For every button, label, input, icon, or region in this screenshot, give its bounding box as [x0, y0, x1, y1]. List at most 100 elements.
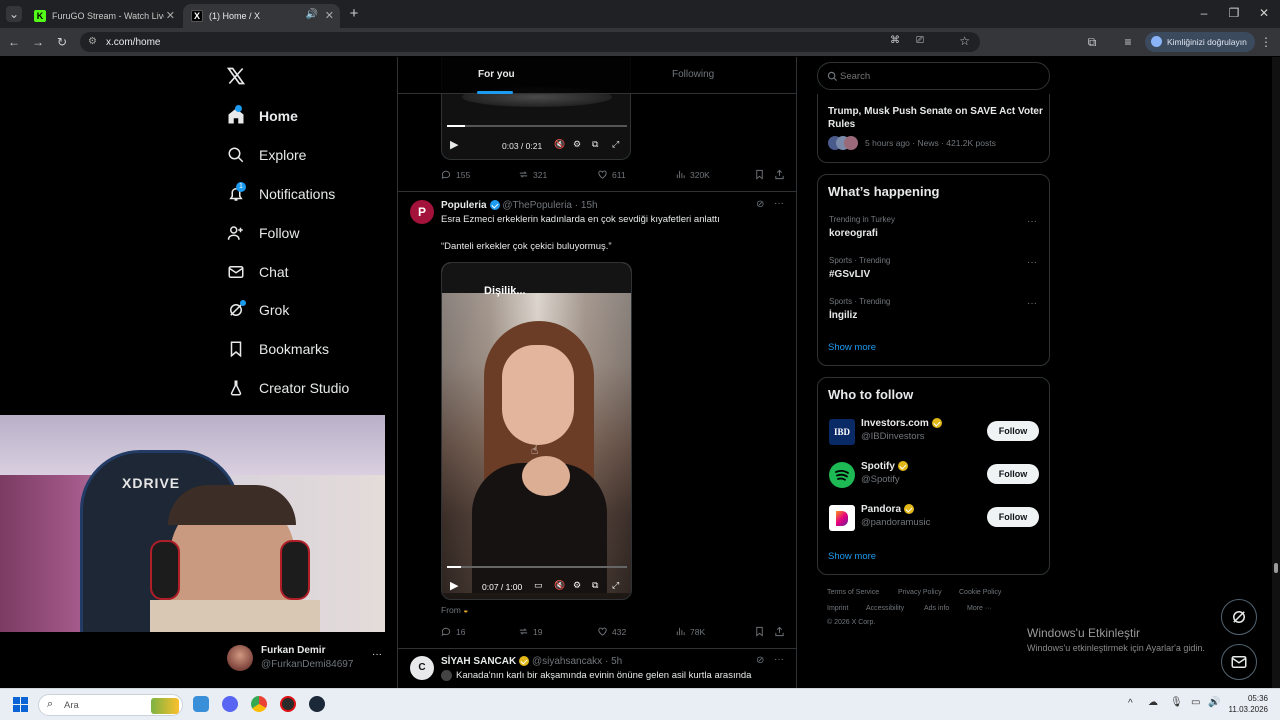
- microphone-icon[interactable]: 🎙: [1170, 697, 1183, 708]
- footer-link[interactable]: Ads info: [924, 605, 949, 612]
- video-progress-track[interactable]: [447, 566, 627, 568]
- video-player[interactable]: Dişilik... ▶ 0:07 / 1:00 ▭ 🔇 ⚙ ⧉ ⤢: [441, 262, 632, 600]
- nav-explore[interactable]: Explore: [227, 140, 306, 170]
- fullscreen-icon[interactable]: ⤢: [612, 580, 619, 591]
- footer-link[interactable]: Imprint: [827, 605, 848, 612]
- follow-suggestion[interactable]: Spotify @Spotify Follow: [829, 460, 1039, 490]
- more-icon[interactable]: ···: [774, 654, 784, 665]
- repost-button[interactable]: 321: [518, 169, 547, 180]
- trend-item[interactable]: Sports · Trending #GSvLIV ···: [818, 255, 1049, 295]
- obs-icon[interactable]: [280, 696, 296, 712]
- grok-icon[interactable]: ⊘: [756, 655, 764, 666]
- more-icon[interactable]: ···: [1027, 257, 1037, 268]
- media-icon[interactable]: ≡: [1120, 34, 1136, 50]
- tab-furugo[interactable]: K FuruGO Stream - Watch Live on... ✕: [26, 4, 181, 28]
- post-time[interactable]: 5h: [611, 656, 622, 667]
- more-icon[interactable]: ···: [774, 198, 784, 209]
- search-box[interactable]: [817, 62, 1050, 90]
- nav-grok[interactable]: Grok: [227, 295, 289, 325]
- grok-icon[interactable]: ⊘: [756, 199, 764, 210]
- nav-home[interactable]: Home: [227, 101, 298, 131]
- share-button[interactable]: [774, 626, 789, 637]
- views-button[interactable]: 78K: [675, 626, 705, 637]
- clock[interactable]: 05:36 11.03.2026: [1228, 694, 1268, 714]
- show-more-link[interactable]: Show more: [828, 551, 876, 562]
- site-info-icon[interactable]: ⚙: [88, 36, 97, 47]
- follow-button[interactable]: Follow: [987, 464, 1039, 484]
- footer-link[interactable]: Privacy Policy: [898, 589, 942, 596]
- close-window-icon[interactable]: ✕: [1256, 5, 1272, 21]
- speaker-icon[interactable]: 🔊: [306, 9, 318, 20]
- footer-link[interactable]: Accessibility: [866, 605, 904, 612]
- extensions-icon[interactable]: ⧉: [1084, 34, 1100, 50]
- news-title[interactable]: Trump, Musk Push Senate on SAVE Act Vote…: [828, 105, 1043, 131]
- footer-link[interactable]: Cookie Policy: [959, 589, 1001, 596]
- forward-icon[interactable]: →: [30, 34, 46, 50]
- nav-notifications[interactable]: 1 Notifications: [227, 179, 335, 209]
- minimize-icon[interactable]: –: [1196, 5, 1212, 21]
- author-name[interactable]: SİYAH SANCAK: [441, 656, 516, 667]
- avatar[interactable]: P: [410, 200, 434, 224]
- nav-chat[interactable]: Chat: [227, 257, 289, 287]
- nav-follow[interactable]: Follow: [227, 218, 299, 248]
- follow-suggestion[interactable]: Pandora @pandoramusic Follow: [829, 503, 1039, 533]
- play-icon[interactable]: ▶: [450, 138, 458, 151]
- more-icon[interactable]: ···: [372, 649, 382, 660]
- more-icon[interactable]: ···: [1027, 216, 1037, 227]
- tab-search-icon[interactable]: ⌄: [6, 6, 22, 22]
- close-icon[interactable]: ✕: [166, 9, 175, 22]
- menu-icon[interactable]: ⋮: [1258, 34, 1274, 50]
- verify-identity-button[interactable]: Kimliğinizi doğrulayın: [1145, 32, 1255, 52]
- settings-icon[interactable]: ⚙: [573, 580, 581, 591]
- x-logo-icon[interactable]: [226, 66, 246, 91]
- news-card[interactable]: Trump, Musk Push Senate on SAVE Act Vote…: [817, 94, 1050, 163]
- post-time[interactable]: 15h: [581, 200, 598, 211]
- reload-icon[interactable]: ↻: [54, 34, 70, 50]
- messages-button[interactable]: [1221, 644, 1257, 680]
- follow-button[interactable]: Follow: [987, 421, 1039, 441]
- new-tab-icon[interactable]: +: [346, 6, 362, 22]
- onedrive-icon[interactable]: ☁: [1148, 697, 1158, 708]
- fullscreen-icon[interactable]: ⤢: [612, 139, 619, 150]
- chrome-icon[interactable]: [251, 696, 267, 712]
- follow-suggestion[interactable]: IBD Investors.com @IBDinvestors Follow: [829, 417, 1039, 447]
- trend-item[interactable]: Sports · Trending İngiliz ···: [818, 296, 1049, 336]
- like-button[interactable]: 432: [597, 626, 626, 637]
- bookmark-button[interactable]: [754, 626, 769, 637]
- footer-link[interactable]: More ···: [967, 605, 992, 612]
- tab-for-you[interactable]: For you: [478, 69, 515, 80]
- nav-bookmarks[interactable]: Bookmarks: [227, 334, 329, 364]
- volume-icon[interactable]: 🔊: [1208, 697, 1220, 708]
- avatar[interactable]: C: [410, 656, 434, 680]
- account-switcher[interactable]: Furkan Demir @FurkanDemi84697 ···: [227, 643, 387, 675]
- video-progress-track[interactable]: [447, 125, 627, 127]
- copilot-icon[interactable]: [193, 696, 209, 712]
- author-handle[interactable]: @ThePopuleria: [502, 200, 572, 211]
- grok-button[interactable]: [1221, 599, 1257, 635]
- pip-icon[interactable]: ⧉: [592, 580, 598, 591]
- author-handle[interactable]: @siyahsancakx: [532, 656, 602, 667]
- tab-x-home[interactable]: X (1) Home / X 🔊 ✕: [183, 4, 340, 28]
- restore-icon[interactable]: ❐: [1226, 5, 1242, 21]
- share-button[interactable]: [774, 169, 789, 180]
- translate-icon[interactable]: ⌘: [890, 35, 900, 46]
- discord-icon[interactable]: [222, 696, 238, 712]
- bookmark-button[interactable]: [754, 169, 769, 180]
- mute-icon[interactable]: 🔇: [554, 139, 565, 150]
- star-icon[interactable]: ☆: [959, 34, 970, 48]
- more-icon[interactable]: ···: [1027, 298, 1037, 309]
- close-icon[interactable]: ✕: [325, 9, 334, 22]
- steam-icon[interactable]: [309, 696, 325, 712]
- follow-button[interactable]: Follow: [987, 507, 1039, 527]
- cast-icon[interactable]: ⎚: [916, 35, 924, 46]
- nav-creator-studio[interactable]: Creator Studio: [227, 373, 349, 403]
- scrollbar[interactable]: [1272, 57, 1280, 688]
- source-logo-icon[interactable]: ◒: [463, 605, 468, 615]
- pip-icon[interactable]: ⧉: [592, 139, 598, 150]
- views-button[interactable]: 320K: [675, 169, 710, 180]
- reply-button[interactable]: 155: [441, 169, 470, 180]
- author-name[interactable]: Populeria: [441, 200, 487, 211]
- captions-icon[interactable]: ▭: [534, 580, 543, 591]
- trend-item[interactable]: Trending in Turkey koreografi ···: [818, 213, 1049, 253]
- show-more-link[interactable]: Show more: [828, 342, 876, 353]
